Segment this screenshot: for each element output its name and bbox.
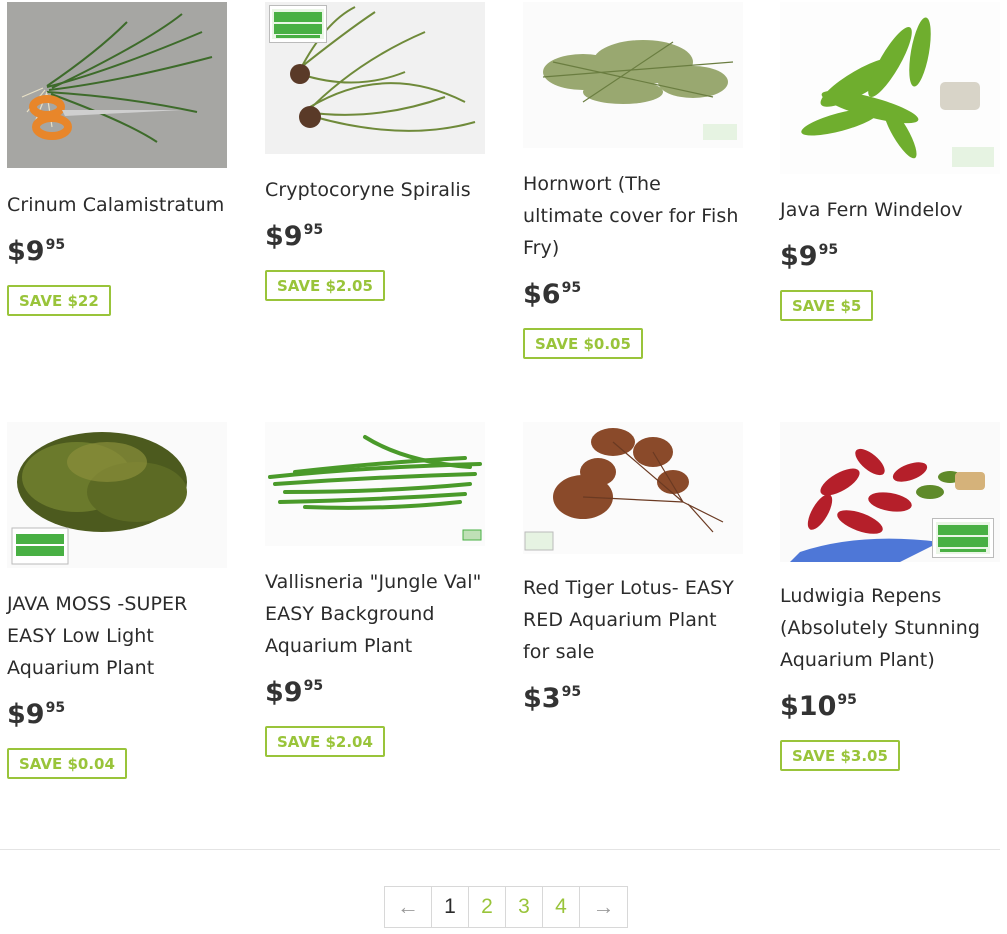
product-card[interactable]: JAVA MOSS -SUPER EASY Low Light Aquarium… — [7, 422, 229, 779]
product-title[interactable]: Hornwort (The ultimate cover for Fish Fr… — [523, 168, 745, 264]
product-card[interactable]: Vallisneria "Jungle Val" EASY Background… — [265, 422, 487, 757]
save-badge: SAVE $2.05 — [265, 270, 385, 301]
brand-logo — [932, 518, 994, 558]
product-image[interactable] — [265, 2, 485, 154]
product-card[interactable]: Ludwigia Repens (Absolutely Stunning Aqu… — [780, 422, 1002, 771]
product-card[interactable]: Hornwort (The ultimate cover for Fish Fr… — [523, 2, 745, 359]
brand-logo-icon — [936, 522, 990, 554]
product-image[interactable] — [265, 422, 485, 546]
product-price: $10 95 — [780, 691, 857, 722]
plant-photo — [780, 2, 1000, 174]
product-price: $9 95 — [780, 241, 839, 272]
product-card[interactable]: Crinum Calamistratum $9 95 SAVE $22 — [7, 2, 229, 316]
product-price: $9 95 — [265, 677, 324, 708]
product-card[interactable]: Cryptocoryne Spiralis $9 95 SAVE $2.05 — [265, 2, 487, 301]
product-title[interactable]: Vallisneria "Jungle Val" EASY Background… — [265, 566, 487, 662]
product-card[interactable]: Red Tiger Lotus- EASY RED Aquarium Plant… — [523, 422, 745, 722]
plant-photo — [265, 422, 485, 546]
product-title[interactable]: Ludwigia Repens (Absolutely Stunning Aqu… — [780, 580, 1002, 676]
product-image[interactable] — [7, 422, 227, 568]
save-badge: SAVE $0.04 — [7, 748, 127, 779]
save-badge: SAVE $2.04 — [265, 726, 385, 757]
product-price: $3 95 — [523, 683, 582, 714]
product-image[interactable] — [523, 422, 743, 554]
product-image[interactable] — [523, 2, 743, 148]
previous-page-button[interactable]: ← — [385, 887, 432, 927]
page-3[interactable]: 3 — [506, 887, 543, 927]
page-4[interactable]: 4 — [543, 887, 580, 927]
plant-photo — [523, 2, 743, 148]
product-image[interactable] — [7, 2, 227, 168]
save-badge: SAVE $0.05 — [523, 328, 643, 359]
save-badge: SAVE $5 — [780, 290, 874, 321]
section-divider — [0, 849, 1000, 850]
product-title[interactable]: JAVA MOSS -SUPER EASY Low Light Aquarium… — [7, 588, 229, 684]
product-price: $6 95 — [523, 279, 582, 310]
save-badge: SAVE $3.05 — [780, 740, 900, 771]
plant-photo — [523, 422, 743, 554]
product-title[interactable]: Crinum Calamistratum — [7, 189, 229, 221]
save-badge: SAVE $22 — [7, 285, 111, 316]
page-2[interactable]: 2 — [469, 887, 506, 927]
product-image[interactable] — [780, 2, 1000, 174]
brand-logo-icon — [272, 9, 324, 39]
product-price: $9 95 — [7, 236, 66, 267]
plant-photo — [7, 2, 227, 168]
pagination: ← 1 2 3 4 → — [384, 886, 628, 928]
product-title[interactable]: Java Fern Windelov — [780, 194, 1002, 226]
plant-photo — [7, 422, 227, 568]
product-price: $9 95 — [265, 221, 324, 252]
brand-logo — [269, 5, 327, 43]
product-card[interactable]: Java Fern Windelov $9 95 SAVE $5 — [780, 2, 1002, 321]
product-title[interactable]: Red Tiger Lotus- EASY RED Aquarium Plant… — [523, 572, 745, 668]
next-page-button[interactable]: → — [580, 887, 627, 927]
product-price: $9 95 — [7, 699, 66, 730]
product-title[interactable]: Cryptocoryne Spiralis — [265, 174, 487, 206]
product-image[interactable] — [780, 422, 1000, 562]
page-1: 1 — [432, 887, 469, 927]
